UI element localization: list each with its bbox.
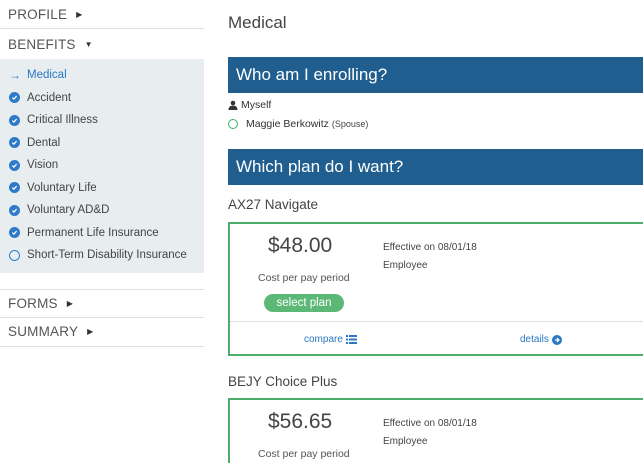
plan-card: $48.00 Cost per pay period Effective on … [228, 222, 643, 356]
effective-date: Effective on 08/01/18 [383, 242, 477, 253]
arrow-right-icon: → [9, 68, 21, 83]
plan-info: Effective on 08/01/18 Employee [383, 415, 477, 451]
benefit-item-label: Medical [27, 69, 67, 82]
radio-circle-icon[interactable] [228, 119, 238, 129]
nav-profile-label: PROFILE [8, 6, 68, 22]
details-link[interactable]: details [520, 334, 562, 345]
spouse-name: Maggie Berkowitz [246, 118, 329, 130]
nav-forms-label: FORMS [8, 295, 58, 311]
nav-forms[interactable]: FORMS ▶ [0, 288, 204, 318]
nav-benefits[interactable]: BENEFITS ▼ [0, 29, 204, 59]
nav-summary-label: SUMMARY [8, 324, 79, 339]
list-icon [345, 335, 357, 344]
person-icon [228, 100, 238, 110]
benefit-list: → Medical Accident Critical Illness Dent… [0, 59, 204, 273]
benefit-item-label: Permanent Life Insurance [27, 226, 159, 239]
check-circle-icon [9, 114, 20, 126]
triangle-down-icon: ▼ [84, 39, 93, 49]
coverage-level: Employee [383, 260, 428, 271]
enrollee-self-label: Myself [241, 99, 272, 111]
benefit-item-accident[interactable]: Accident [0, 87, 204, 110]
plan-name: AX27 Navigate [228, 197, 319, 212]
plan-name: BEJY Choice Plus [228, 374, 338, 389]
check-circle-icon [9, 159, 20, 171]
benefit-item-vision[interactable]: Vision [0, 154, 204, 177]
spouse-relation: (Spouse) [331, 119, 369, 129]
triangle-right-icon: ▶ [76, 9, 83, 19]
triangle-right-icon: ▶ [87, 327, 94, 336]
details-label: details [520, 334, 549, 345]
benefit-item-short-term-disability[interactable]: Short-Term Disability Insurance [0, 244, 204, 267]
compare-link[interactable]: compare [304, 334, 357, 345]
plan-price: $48.00 [268, 234, 333, 257]
check-circle-icon [9, 204, 20, 216]
benefit-item-label: Accident [27, 91, 72, 104]
nav-benefits-label: BENEFITS [8, 36, 76, 52]
nav-profile[interactable]: PROFILE ▶ [0, 0, 204, 29]
benefit-item-label: Short-Term Disability Insurance [27, 249, 187, 262]
page-title: Medical [228, 13, 287, 32]
check-circle-icon [9, 227, 20, 239]
select-plan-button[interactable]: select plan [264, 294, 344, 312]
enroll-section-header: Who am I enrolling? [228, 57, 643, 93]
plan-card: $56.65 Cost per pay period Effective on … [228, 398, 643, 463]
plan-price: $56.65 [268, 410, 333, 433]
benefit-item-permanent-life[interactable]: Permanent Life Insurance [0, 222, 204, 245]
check-circle-icon [9, 92, 20, 104]
plan-section-header: Which plan do I want? [228, 149, 643, 185]
check-circle-icon [9, 182, 20, 194]
benefit-item-label: Voluntary Life [27, 181, 97, 194]
benefit-item-voluntary-add[interactable]: Voluntary AD&D [0, 199, 204, 222]
cost-label: Cost per pay period [258, 272, 350, 284]
benefit-item-label: Critical Illness [27, 114, 98, 127]
compare-label: compare [304, 334, 343, 345]
cost-label: Cost per pay period [258, 448, 350, 460]
benefit-item-label: Voluntary AD&D [27, 204, 110, 217]
enrollee-spouse[interactable]: Maggie Berkowitz (Spouse) [228, 118, 368, 130]
benefit-item-medical[interactable]: → Medical [0, 64, 204, 87]
plan-info: Effective on 08/01/18 Employee [383, 239, 477, 275]
check-circle-icon [9, 137, 20, 149]
benefit-item-dental[interactable]: Dental [0, 132, 204, 155]
sidebar: PROFILE ▶ BENEFITS ▼ → Medical Accident … [0, 0, 204, 347]
triangle-right-icon: ▶ [66, 298, 74, 308]
benefit-item-label: Dental [27, 136, 61, 149]
nav-summary[interactable]: SUMMARY ▶ [0, 318, 204, 347]
coverage-level: Employee [383, 436, 428, 447]
benefit-item-critical-illness[interactable]: Critical Illness [0, 109, 204, 132]
benefit-item-label: Vision [27, 159, 59, 172]
enrollee-self: Myself [228, 99, 271, 111]
card-divider [230, 321, 643, 322]
arrow-circle-right-icon [551, 334, 562, 345]
effective-date: Effective on 08/01/18 [383, 418, 477, 429]
empty-circle-icon [9, 249, 20, 261]
benefit-item-voluntary-life[interactable]: Voluntary Life [0, 177, 204, 200]
